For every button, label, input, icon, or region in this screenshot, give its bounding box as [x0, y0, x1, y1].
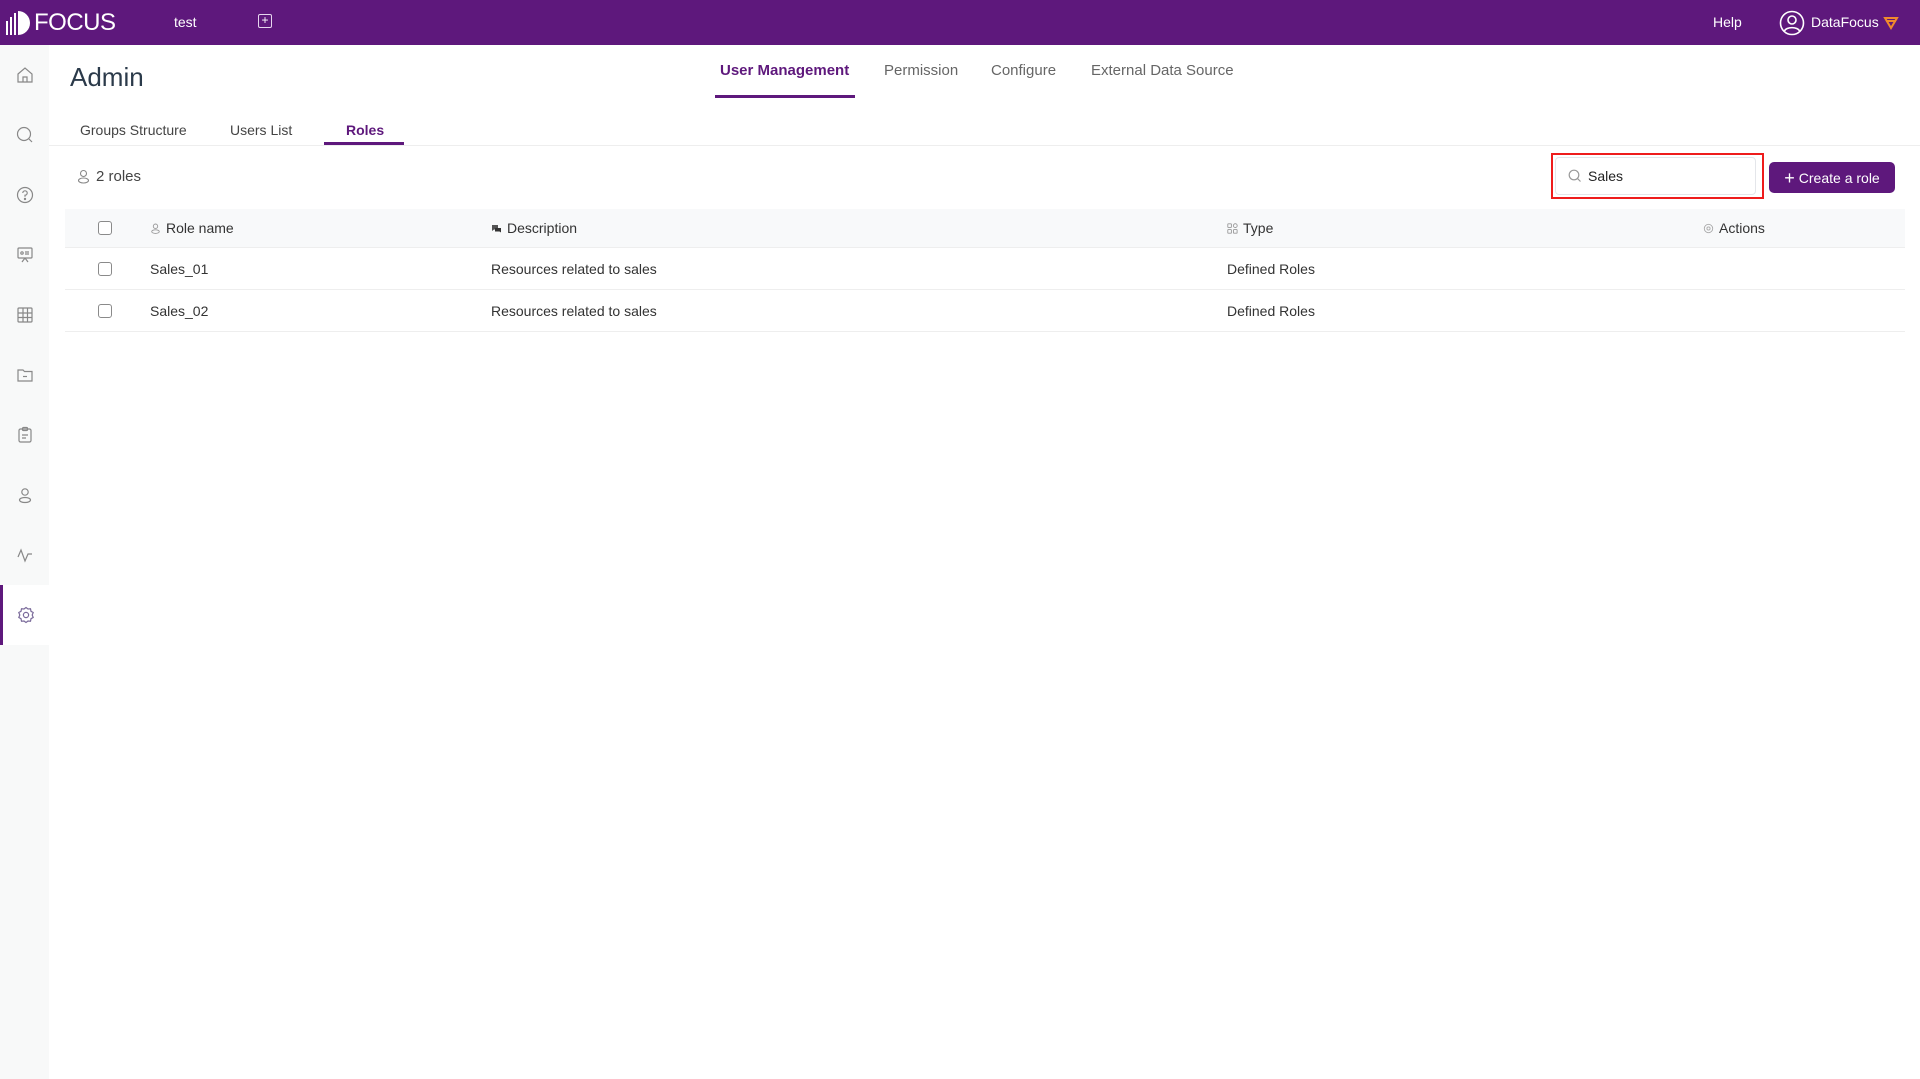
type-cell: Defined Roles [1227, 260, 1315, 277]
divider [49, 145, 1920, 146]
page-title: Admin [70, 62, 144, 92]
sidebar-item-tasks[interactable] [0, 405, 49, 465]
user-icon [77, 169, 90, 184]
diamond-icon [1883, 17, 1899, 30]
description-cell: Resources related to sales [491, 260, 657, 277]
description-cell: Resources related to sales [491, 302, 657, 319]
gear-icon [18, 606, 34, 624]
top-navigation-bar: FOCUS test + Help DataFocus [0, 0, 1920, 45]
logo-icon [6, 11, 30, 35]
logo[interactable]: FOCUS [6, 9, 116, 37]
clipboard-icon [17, 426, 32, 443]
user-name[interactable]: DataFocus [1811, 14, 1879, 30]
table-grid-icon [16, 307, 33, 323]
roles-table: Role name Description Type Actions Sales… [65, 209, 1905, 332]
tab-permission[interactable]: Permission [884, 62, 958, 79]
table-row[interactable]: Sales_01 Resources related to sales Defi… [65, 248, 1905, 290]
tab-configure[interactable]: Configure [991, 62, 1056, 79]
sidebar-item-search[interactable] [0, 105, 49, 165]
apps-icon [1227, 222, 1238, 234]
role-name-cell[interactable]: Sales_01 [150, 248, 208, 289]
sidebar-item-home[interactable] [0, 45, 49, 105]
sidebar-item-help[interactable] [0, 165, 49, 225]
column-header-actions: Actions [1703, 209, 1765, 247]
create-role-label: Create a role [1798, 169, 1880, 186]
column-header-type[interactable]: Type [1227, 209, 1273, 247]
gear-icon [1703, 223, 1714, 233]
subtab-groups-structure[interactable]: Groups Structure [80, 122, 187, 138]
roles-count-label: 2 roles [96, 168, 142, 185]
sidebar-item-folder[interactable] [0, 345, 49, 405]
sidebar-item-users[interactable] [0, 465, 49, 525]
table-row[interactable]: Sales_02 Resources related to sales Defi… [65, 290, 1905, 332]
search-icon [16, 126, 32, 143]
user-icon [18, 488, 31, 504]
tab-external-data-source[interactable]: External Data Source [1091, 62, 1234, 79]
roles-count: 2 roles [77, 168, 141, 185]
create-role-button[interactable]: + Create a role [1769, 162, 1895, 193]
subtab-users-list[interactable]: Users List [230, 122, 292, 138]
row-checkbox[interactable] [98, 261, 112, 276]
sidebar [0, 45, 49, 1079]
plus-square-icon[interactable]: + [258, 14, 272, 28]
workspace-tab[interactable]: test [174, 14, 197, 30]
type-cell: Defined Roles [1227, 302, 1315, 319]
sidebar-item-admin[interactable] [0, 585, 49, 645]
pulse-icon [16, 548, 32, 563]
role-name-cell[interactable]: Sales_02 [150, 290, 208, 331]
search-input[interactable] [1588, 168, 1748, 184]
table-header: Role name Description Type Actions [65, 209, 1905, 248]
sidebar-item-presentation[interactable] [0, 225, 49, 285]
tab-user-management[interactable]: User Management [720, 62, 849, 79]
sidebar-item-data[interactable] [0, 285, 49, 345]
presentation-board-icon [16, 247, 33, 263]
search-field[interactable] [1555, 157, 1756, 195]
question-circle-icon [16, 186, 33, 204]
user-circle-icon[interactable] [1779, 10, 1805, 36]
sidebar-item-monitor[interactable] [0, 525, 49, 585]
search-icon [1568, 169, 1581, 182]
subtab-roles[interactable]: Roles [346, 122, 384, 138]
row-checkbox[interactable] [98, 303, 112, 318]
logo-text: FOCUS [34, 9, 116, 36]
home-icon [16, 67, 33, 83]
select-all-checkbox[interactable] [98, 221, 112, 235]
column-header-description[interactable]: Description [491, 209, 577, 247]
active-tab-indicator [715, 95, 855, 98]
help-link[interactable]: Help [1713, 14, 1742, 30]
plus-icon: + [1784, 167, 1795, 188]
column-header-role-name[interactable]: Role name [150, 209, 234, 247]
user-icon [151, 223, 160, 234]
folder-icon [16, 369, 33, 382]
chat-icon [492, 224, 501, 232]
